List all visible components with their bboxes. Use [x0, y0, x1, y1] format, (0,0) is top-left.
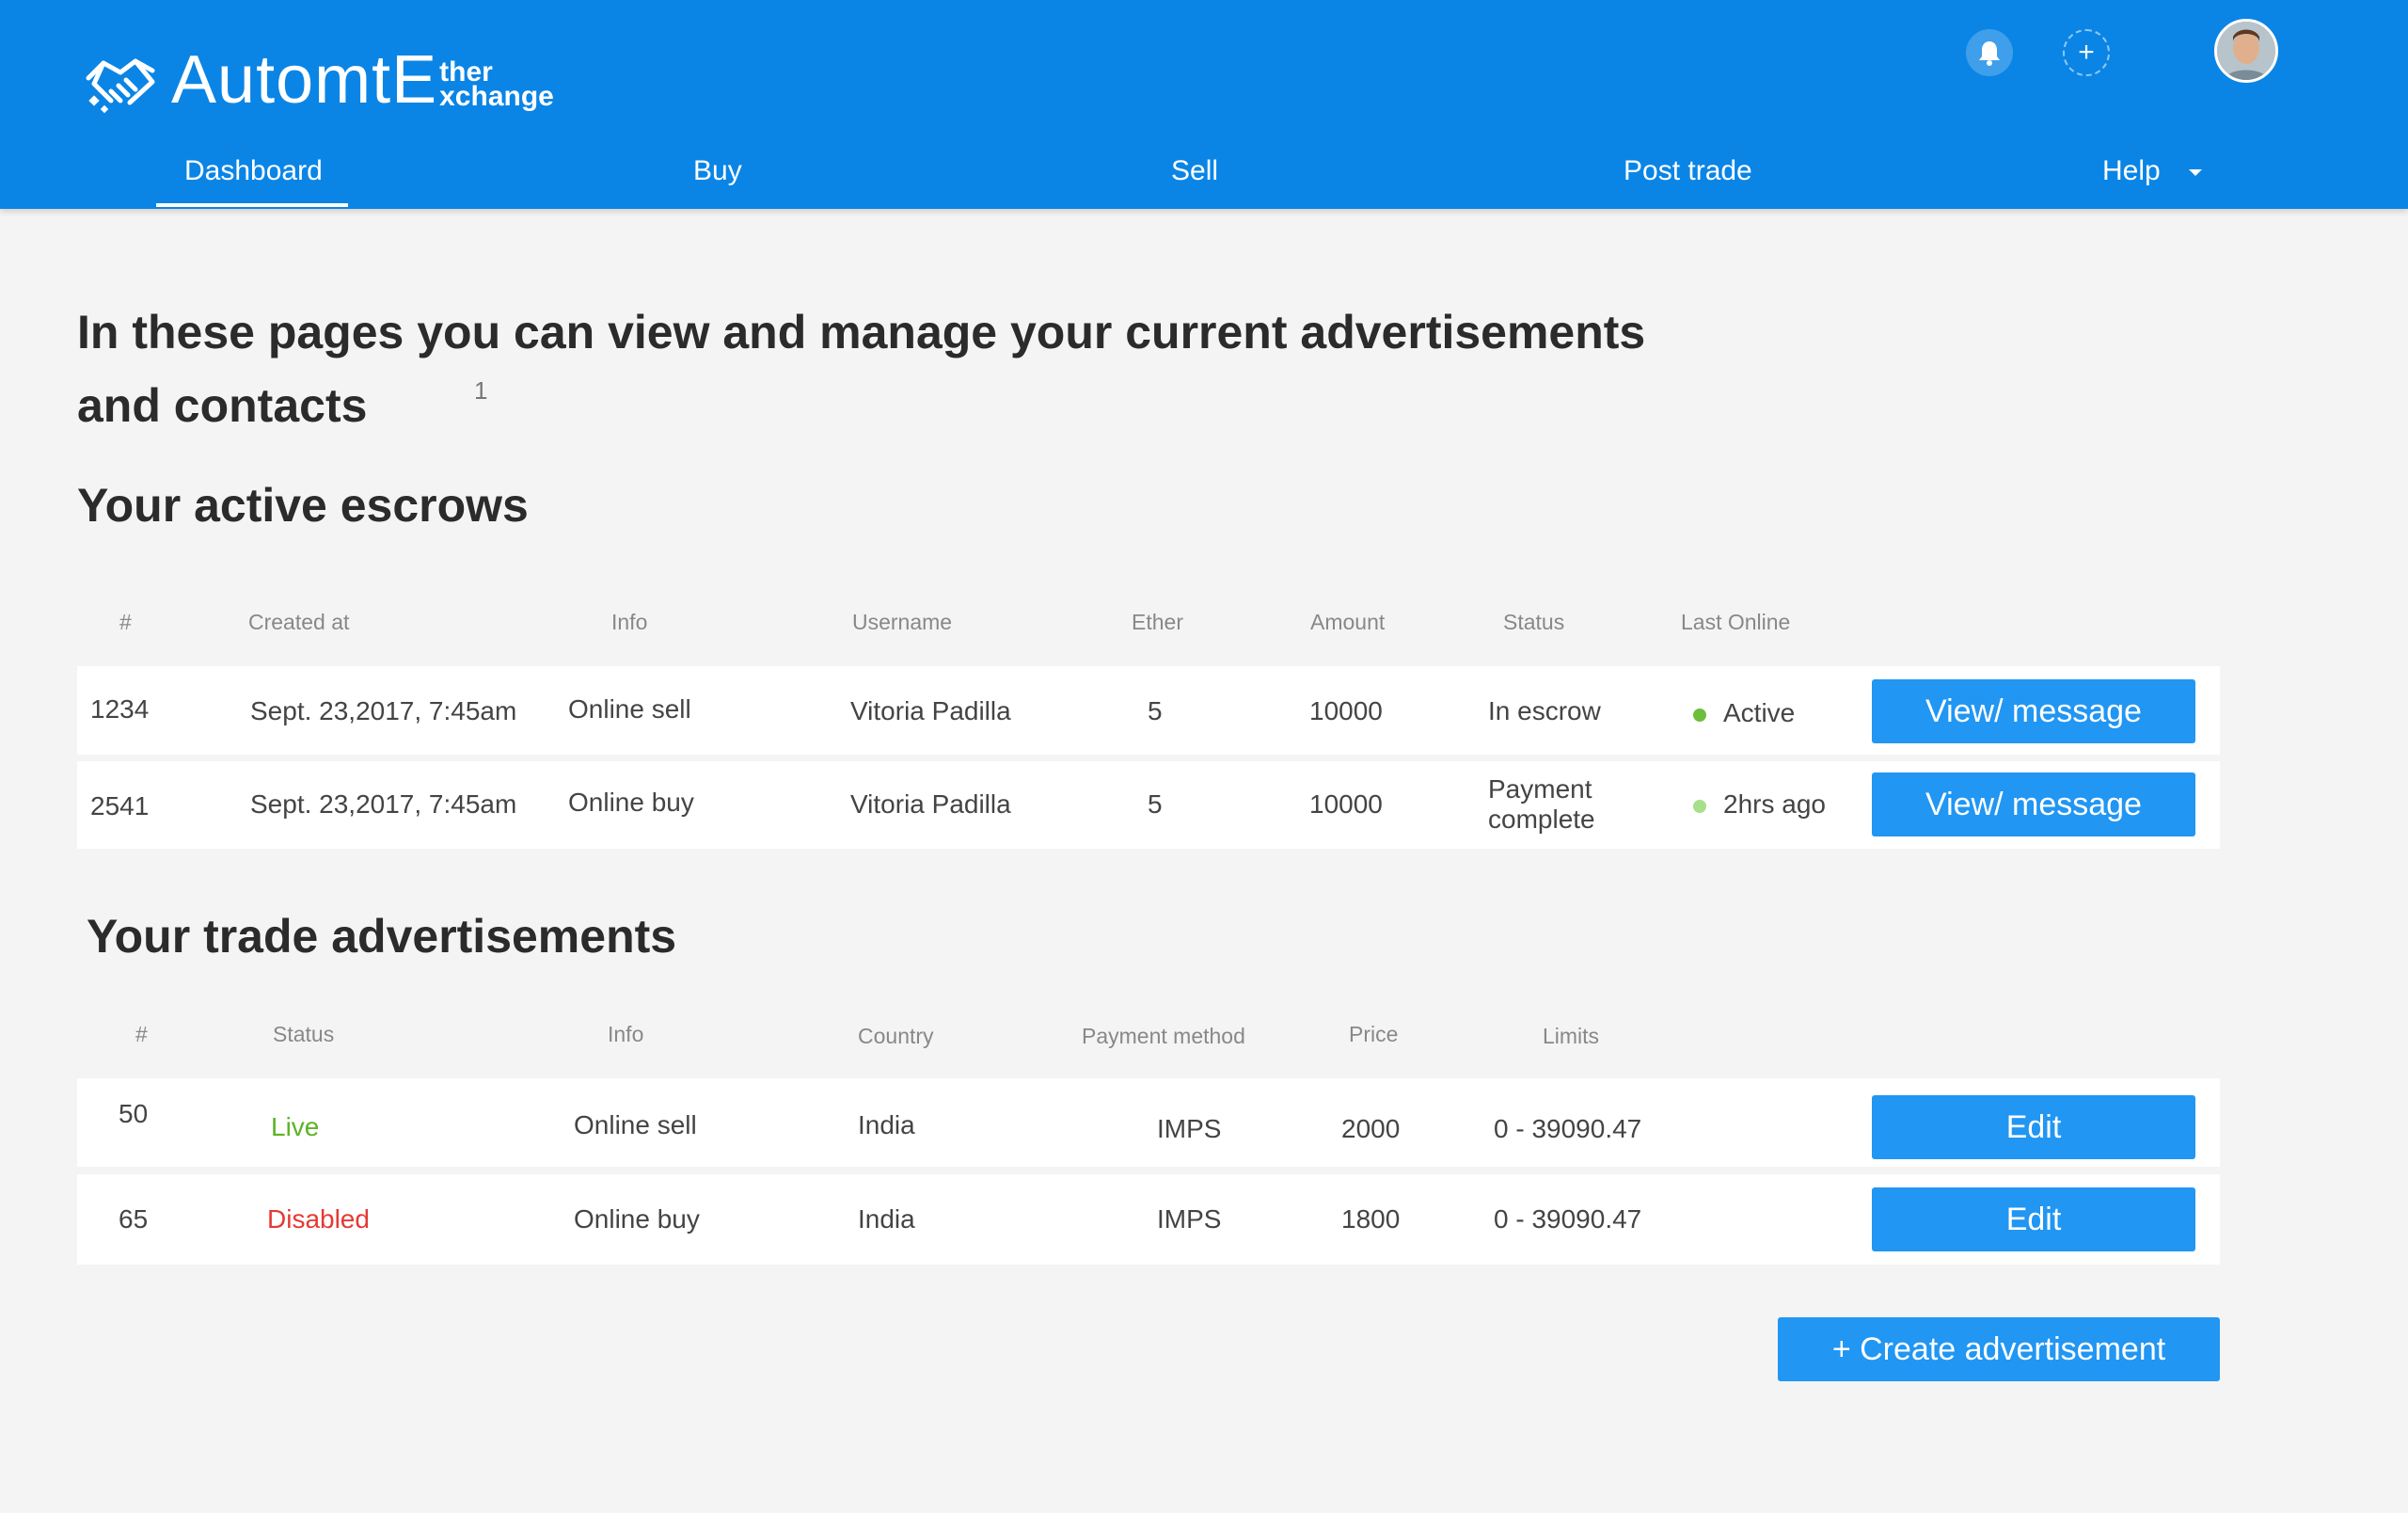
row-last-online: 2hrs ago	[1693, 788, 1826, 821]
row-id: 65	[119, 1204, 149, 1234]
bell-icon	[1979, 41, 2000, 66]
view-message-button[interactable]: View/ message	[1872, 772, 2195, 836]
row-limits: 0 - 39090.47	[1494, 1204, 1642, 1234]
row-status: In escrow	[1488, 696, 1601, 725]
row-country: India	[858, 1204, 915, 1234]
escrows-title: Your active escrows	[77, 479, 529, 532]
row-id: 50	[119, 1099, 149, 1128]
table-row: 1234 Sept. 23,2017, 7:45am Online sell V…	[77, 666, 2220, 755]
col-id: #	[135, 1022, 148, 1046]
row-id: 1234	[90, 694, 150, 724]
row-info: Online buy	[574, 1204, 700, 1234]
chevron-down-icon	[2189, 169, 2203, 177]
intro-badge: 1	[474, 376, 488, 405]
col-country: Country	[858, 1024, 934, 1048]
col-created: Created at	[248, 610, 350, 634]
col-info: Info	[611, 610, 648, 634]
row-status: Disabled	[267, 1204, 370, 1234]
row-created: Sept. 23,2017, 7:45am	[250, 789, 517, 819]
nav-help[interactable]: Help	[2102, 152, 2204, 190]
row-last-online-text: 2hrs ago	[1723, 789, 1826, 819]
brand-logo[interactable]: AutomtE ther xchange	[83, 28, 554, 132]
col-amount: Amount	[1310, 610, 1386, 634]
active-tab-indicator	[156, 203, 348, 207]
add-button[interactable]: +	[2063, 29, 2110, 76]
col-ether: Ether	[1132, 610, 1183, 634]
online-status-dot	[1693, 708, 1706, 722]
row-last-online-text: Active	[1723, 698, 1796, 727]
row-created: Sept. 23,2017, 7:45am	[250, 696, 517, 725]
col-last-online: Last Online	[1681, 610, 1791, 634]
brand-name-main: AutomtE	[171, 42, 438, 118]
col-info: Info	[608, 1022, 644, 1046]
row-amount: 10000	[1309, 789, 1383, 819]
ads-title: Your trade advertisements	[87, 910, 677, 963]
row-status: Live	[271, 1112, 320, 1141]
table-row: 2541 Sept. 23,2017, 7:45am Online buy Vi…	[77, 761, 2220, 849]
avatar[interactable]	[2214, 19, 2278, 83]
col-status: Status	[273, 1022, 335, 1046]
handshake-icon	[86, 58, 155, 114]
row-last-online: Active	[1693, 696, 1795, 730]
nav-help-label: Help	[2102, 155, 2161, 186]
row-id: 2541	[90, 791, 150, 820]
intro-line-2: and contacts	[77, 379, 368, 432]
col-price: Price	[1349, 1022, 1399, 1046]
row-amount: 10000	[1309, 696, 1383, 725]
intro-line-1: In these pages you can view and manage y…	[77, 306, 1646, 358]
row-status: Payment complete	[1488, 774, 1595, 834]
col-status: Status	[1503, 610, 1565, 634]
nav-post-trade[interactable]: Post trade	[1624, 152, 1752, 190]
col-id: #	[119, 610, 132, 634]
main-nav: Dashboard Buy Sell Post trade Help	[0, 141, 2408, 209]
row-payment: IMPS	[1157, 1114, 1222, 1143]
edit-button[interactable]: Edit	[1872, 1095, 2195, 1159]
row-ether: 5	[1148, 789, 1163, 819]
row-ether: 5	[1148, 696, 1163, 725]
brand-name-sub: ther xchange	[439, 58, 554, 112]
row-username: Vitoria Padilla	[850, 789, 1011, 819]
row-country: India	[858, 1110, 915, 1139]
top-header: AutomtE ther xchange + Dashboard Buy Sel…	[0, 0, 2408, 209]
table-row: 50 Live Online sell India IMPS 2000 0 - …	[77, 1078, 2220, 1167]
plus-icon: +	[2078, 37, 2095, 68]
row-info: Online buy	[568, 788, 694, 817]
brand-name-bottom: xchange	[439, 81, 554, 112]
row-info: Online sell	[568, 694, 691, 724]
row-price: 2000	[1341, 1114, 1401, 1143]
row-limits: 0 - 39090.47	[1494, 1114, 1642, 1143]
page-intro: In these pages you can view and manage y…	[77, 295, 1676, 442]
notifications-button[interactable]	[1966, 29, 2013, 76]
create-advertisement-button[interactable]: + Create advertisement	[1778, 1317, 2220, 1381]
row-payment: IMPS	[1157, 1204, 1222, 1234]
row-username: Vitoria Padilla	[850, 696, 1011, 725]
col-payment-method: Payment method	[1082, 1024, 1245, 1048]
row-info: Online sell	[574, 1110, 697, 1139]
online-status-dot	[1693, 799, 1706, 813]
col-limits: Limits	[1543, 1024, 1600, 1048]
nav-sell[interactable]: Sell	[1171, 152, 1218, 190]
col-username: Username	[852, 610, 953, 634]
edit-button[interactable]: Edit	[1872, 1187, 2195, 1251]
table-row: 65 Disabled Online buy India IMPS 1800 0…	[77, 1174, 2220, 1265]
nav-dashboard[interactable]: Dashboard	[184, 152, 323, 190]
nav-buy[interactable]: Buy	[693, 152, 742, 190]
view-message-button[interactable]: View/ message	[1872, 679, 2195, 743]
row-price: 1800	[1341, 1204, 1401, 1234]
user-avatar-icon	[2217, 22, 2275, 80]
